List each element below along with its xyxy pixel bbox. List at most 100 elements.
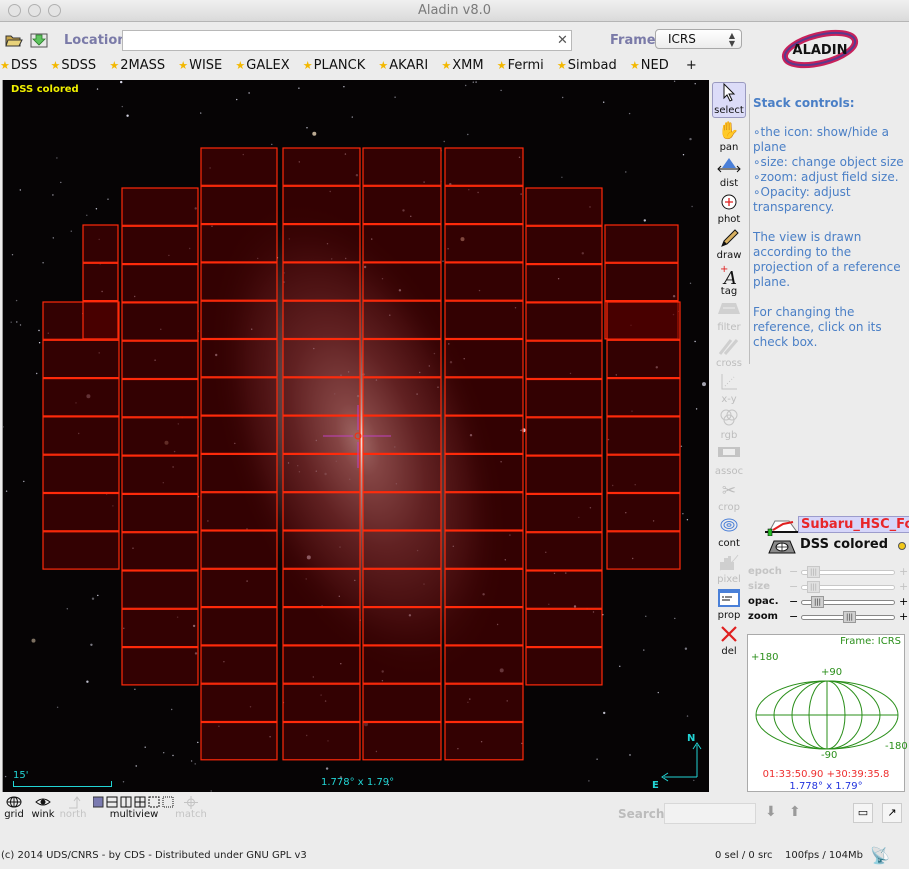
- ccd-chip: [444, 453, 524, 493]
- slider-zoom[interactable]: zoom − ||| +: [748, 610, 908, 625]
- star: [694, 83, 696, 85]
- ccd-chip: [525, 493, 603, 533]
- tool-phot[interactable]: phot: [712, 192, 746, 228]
- search-next-arrow-icon[interactable]: ⬇: [765, 804, 777, 820]
- slider-decrease[interactable]: −: [789, 610, 798, 623]
- tool-dist[interactable]: dist: [712, 156, 746, 192]
- slider-epoch[interactable]: epoch − ||| +: [748, 565, 908, 580]
- ccd-chip: [362, 377, 442, 416]
- survey-fermi[interactable]: ★Fermi: [497, 58, 544, 73]
- frame-select[interactable]: ICRS ▲ ▼: [655, 29, 742, 49]
- multiview-button[interactable]: multiview: [92, 796, 175, 820]
- layer-subaru-hsc-fov[interactable]: Subaru_HSC_FoV: [760, 516, 909, 536]
- tool-draw[interactable]: draw: [712, 228, 746, 264]
- slider-thumb[interactable]: |||: [843, 611, 856, 623]
- detach-window-button[interactable]: ↗: [882, 803, 902, 823]
- tool-cont[interactable]: cont: [712, 516, 746, 552]
- location-input[interactable]: [122, 30, 572, 51]
- star: [52, 237, 54, 239]
- slider-size[interactable]: size − ||| +: [748, 580, 908, 595]
- restore-window-button[interactable]: ▭: [853, 803, 873, 823]
- sky-view[interactable]: N E DSS colored 15' 1.778° x 1.79°: [2, 80, 709, 792]
- logo-text: ALADIN: [793, 43, 848, 58]
- star: [11, 254, 14, 256]
- survey-wise[interactable]: ★WISE: [178, 58, 222, 73]
- tool-assoc[interactable]: assoc: [712, 444, 746, 480]
- survey-akari[interactable]: ★AKARI: [378, 58, 428, 73]
- star: [603, 711, 606, 715]
- star-icon: ★: [109, 59, 120, 72]
- tool-del[interactable]: del: [712, 624, 746, 660]
- survey-2mass[interactable]: ★2MASS: [109, 58, 165, 73]
- aladin-logo: ALADIN: [781, 29, 859, 69]
- star: [475, 81, 477, 83]
- clear-location-icon[interactable]: ✕: [557, 33, 568, 48]
- star: [4, 775, 7, 778]
- slider-opacity[interactable]: opac. − ||| +: [748, 595, 908, 610]
- survey-dss[interactable]: ★DSS: [0, 58, 37, 73]
- contour-icon: [712, 516, 746, 538]
- slider-thumb[interactable]: |||: [807, 566, 820, 578]
- survey-galex[interactable]: ★GALEX: [235, 58, 289, 73]
- add-survey-button[interactable]: +: [686, 58, 697, 73]
- projection-panel[interactable]: Frame: ICRS +90 -90 +180 -180 01:33:50.9…: [747, 634, 908, 792]
- tool-filter[interactable]: filter: [712, 300, 746, 336]
- tool-crop[interactable]: ✂ crop: [712, 480, 746, 516]
- frame-select-value: ICRS: [668, 32, 696, 46]
- distance-icon: [712, 156, 746, 178]
- grid-button[interactable]: grid: [4, 796, 24, 820]
- reference-plane-indicator[interactable]: [898, 542, 906, 550]
- tool-xy[interactable]: x-y: [712, 372, 746, 408]
- match-button[interactable]: match: [175, 796, 207, 820]
- survey-sdss[interactable]: ★SDSS: [51, 58, 97, 73]
- tool-pixel[interactable]: pixel: [712, 552, 746, 588]
- folder-open-icon[interactable]: [5, 32, 23, 48]
- ccd-chip: [82, 262, 119, 302]
- slider-thumb[interactable]: |||: [807, 581, 820, 593]
- search-previous-arrow-icon[interactable]: ⬆: [789, 804, 801, 820]
- slider-increase[interactable]: +: [899, 580, 908, 593]
- survey-ned[interactable]: ★NED: [630, 58, 669, 73]
- star: [306, 127, 308, 129]
- star: [236, 98, 238, 101]
- tool-select[interactable]: select: [712, 82, 746, 118]
- ccd-chip: [121, 455, 199, 495]
- star: [682, 513, 684, 515]
- north-button[interactable]: north: [59, 796, 87, 820]
- antenna-icon[interactable]: 📡: [870, 846, 890, 865]
- ccd-chip: [200, 185, 278, 225]
- survey-simbad[interactable]: ★Simbad: [557, 58, 617, 73]
- slider-increase[interactable]: +: [899, 610, 908, 623]
- layer-dss-colored[interactable]: DSS colored: [760, 536, 908, 556]
- star: [500, 89, 502, 92]
- ccd-chip: [42, 454, 120, 494]
- ccd-chip: [282, 492, 361, 531]
- slider-increase[interactable]: +: [899, 565, 908, 578]
- ccd-chip: [200, 721, 278, 761]
- ccd-chip: [200, 338, 278, 378]
- tick-left: +180: [751, 652, 779, 663]
- help-bullet: ∘the icon: show/hide a plane: [753, 125, 889, 154]
- survey-planck[interactable]: ★PLANCK: [303, 58, 365, 73]
- tool-prop[interactable]: prop: [712, 588, 746, 624]
- help-paragraph: The view is drawn according to the proje…: [753, 230, 901, 289]
- ccd-chip: [362, 185, 442, 225]
- search-input[interactable]: [664, 803, 756, 824]
- tool-rgb[interactable]: rgb: [712, 408, 746, 444]
- slider-decrease[interactable]: −: [789, 580, 798, 593]
- slider-increase[interactable]: +: [899, 595, 908, 608]
- tool-cross[interactable]: cross: [712, 336, 746, 372]
- tool-pan[interactable]: ✋ pan: [712, 120, 746, 156]
- tool-tag[interactable]: + A tag: [712, 264, 746, 300]
- ccd-chip: [282, 415, 361, 455]
- wink-button[interactable]: wink: [30, 796, 56, 820]
- ccd-chip: [444, 377, 524, 416]
- survey-xmm[interactable]: ★XMM: [441, 58, 483, 73]
- download-icon[interactable]: [30, 32, 48, 48]
- ccd-chip: [282, 147, 361, 186]
- slider-thumb[interactable]: |||: [811, 596, 824, 608]
- plane-label: DSS colored: [11, 84, 79, 95]
- slider-decrease[interactable]: −: [789, 565, 798, 578]
- star: [394, 96, 396, 98]
- slider-decrease[interactable]: −: [789, 595, 798, 608]
